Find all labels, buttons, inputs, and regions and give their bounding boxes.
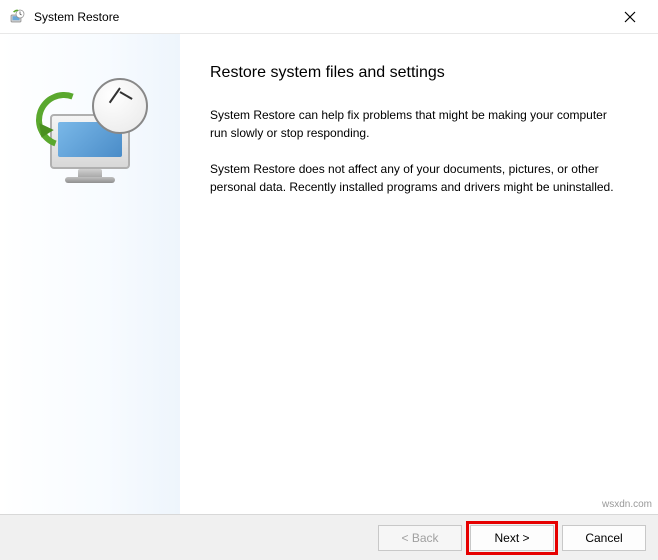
content-area: Restore system files and settings System… <box>0 34 658 514</box>
window-title: System Restore <box>34 10 610 24</box>
titlebar: System Restore <box>0 0 658 34</box>
wizard-sidebar <box>0 34 180 514</box>
wizard-footer: < Back Next > Cancel <box>0 514 658 560</box>
cancel-button[interactable]: Cancel <box>562 525 646 551</box>
system-restore-icon <box>8 8 26 26</box>
back-button: < Back <box>378 525 462 551</box>
system-restore-illustration-icon <box>30 74 150 194</box>
intro-paragraph-2: System Restore does not affect any of yo… <box>210 160 620 196</box>
wizard-main: Restore system files and settings System… <box>180 34 658 514</box>
close-button[interactable] <box>610 0 650 34</box>
watermark-text: wsxdn.com <box>602 499 652 510</box>
intro-paragraph-1: System Restore can help fix problems tha… <box>210 106 620 142</box>
page-heading: Restore system files and settings <box>210 64 628 82</box>
next-button[interactable]: Next > <box>470 525 554 551</box>
